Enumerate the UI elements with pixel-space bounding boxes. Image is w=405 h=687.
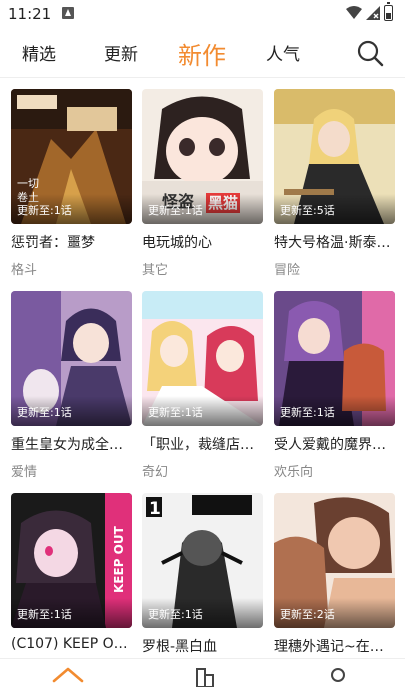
svg-text:1: 1 bbox=[149, 499, 161, 519]
update-badge: 更新至:1话 bbox=[17, 608, 72, 621]
update-badge: 更新至:1话 bbox=[17, 406, 72, 419]
comic-genre: 格斗 bbox=[11, 263, 38, 278]
svg-text:一切: 一切 bbox=[17, 177, 39, 190]
comic-card[interactable]: 更新至:2话 理穗外遇记~在… bbox=[274, 493, 395, 656]
comic-card[interactable]: 更新至:1话 「职业，裁缝店… 奇幻 bbox=[142, 291, 263, 480]
comic-cover: 1 更新至:1话 bbox=[142, 493, 263, 628]
comic-title: 特大号格温·斯泰… bbox=[274, 235, 391, 251]
comic-title: 罗根-黑白血 bbox=[142, 639, 218, 655]
comic-card[interactable]: 怪盗 黑猫 更新至:1话 电玩城的心 其它 bbox=[142, 89, 263, 278]
comic-title: 理穗外遇记~在… bbox=[274, 639, 384, 655]
comic-card[interactable]: 一切 卷土 更新至:1话 惩罚者：噩梦 格斗 bbox=[11, 89, 132, 278]
update-badge: 更新至:5话 bbox=[280, 204, 335, 217]
comic-cover: 更新至:1话 bbox=[142, 291, 263, 426]
comic-card[interactable]: 更新至:1话 受人爱戴的魔界… 欢乐向 bbox=[274, 291, 395, 480]
comic-cover: 怪盗 黑猫 更新至:1话 bbox=[142, 89, 263, 224]
profile-icon[interactable] bbox=[318, 665, 358, 687]
comic-card[interactable]: 更新至:5话 特大号格温·斯泰… 冒险 bbox=[274, 89, 395, 278]
comic-title: 电玩城的心 bbox=[142, 235, 212, 251]
signal-icon bbox=[366, 6, 380, 20]
comic-cover: KEEP OUT 更新至:1话 bbox=[11, 493, 132, 628]
status-bar: 11:21 bbox=[0, 0, 405, 28]
status-time: 11:21 bbox=[8, 5, 52, 23]
comic-title: 受人爱戴的魔界… bbox=[274, 437, 386, 453]
comic-genre: 爱情 bbox=[11, 465, 38, 480]
update-badge: 更新至:1话 bbox=[17, 204, 72, 217]
comic-title: 惩罚者：噩梦 bbox=[11, 235, 95, 251]
svg-text:KEEP OUT: KEEP OUT bbox=[112, 525, 126, 593]
update-badge: 更新至:1话 bbox=[280, 406, 335, 419]
comic-genre: 冒险 bbox=[274, 263, 301, 278]
comic-cover: 一切 卷土 更新至:1话 bbox=[11, 89, 132, 224]
comic-cover: 更新至:1话 bbox=[274, 291, 395, 426]
bottom-nav bbox=[0, 658, 405, 687]
tab-new-works[interactable]: 新作 bbox=[178, 36, 226, 71]
category-tabs: 精选 更新 新作 人气 bbox=[0, 28, 405, 78]
home-icon[interactable] bbox=[48, 665, 88, 687]
tab-featured[interactable]: 精选 bbox=[22, 40, 56, 65]
update-badge: 更新至:2话 bbox=[280, 608, 335, 621]
search-icon[interactable] bbox=[356, 39, 384, 67]
comic-grid: 一切 卷土 更新至:1话 惩罚者：噩梦 格斗 怪盗 黑猫 更新至:1话 bbox=[0, 78, 405, 658]
wifi-icon bbox=[346, 6, 362, 19]
comic-title: (C107) KEEP OUT bbox=[11, 636, 132, 652]
comic-title: 重生皇女为成全… bbox=[11, 437, 123, 453]
comic-cover: 更新至:5话 bbox=[274, 89, 395, 224]
update-badge: 更新至:1话 bbox=[148, 608, 203, 621]
comic-cover: 更新至:1话 bbox=[11, 291, 132, 426]
update-badge: 更新至:1话 bbox=[148, 204, 203, 217]
comic-title: 「职业，裁缝店… bbox=[142, 437, 254, 453]
comic-genre: 欢乐向 bbox=[274, 465, 314, 480]
comic-card[interactable]: 更新至:1话 重生皇女为成全… 爱情 bbox=[11, 291, 132, 480]
comic-card[interactable]: KEEP OUT 更新至:1话 (C107) KEEP OUT bbox=[11, 493, 132, 652]
comic-genre: 奇幻 bbox=[142, 465, 169, 480]
tab-updates[interactable]: 更新 bbox=[104, 40, 138, 65]
comic-genre: 其它 bbox=[142, 263, 169, 278]
tab-popular[interactable]: 人气 bbox=[266, 40, 300, 65]
sim-icon bbox=[62, 7, 74, 19]
update-badge: 更新至:1话 bbox=[148, 406, 203, 419]
category-icon[interactable] bbox=[183, 665, 223, 687]
battery-icon bbox=[384, 2, 393, 21]
comic-card[interactable]: 1 更新至:1话 罗根-黑白血 bbox=[142, 493, 263, 656]
comic-cover: 更新至:2话 bbox=[274, 493, 395, 628]
